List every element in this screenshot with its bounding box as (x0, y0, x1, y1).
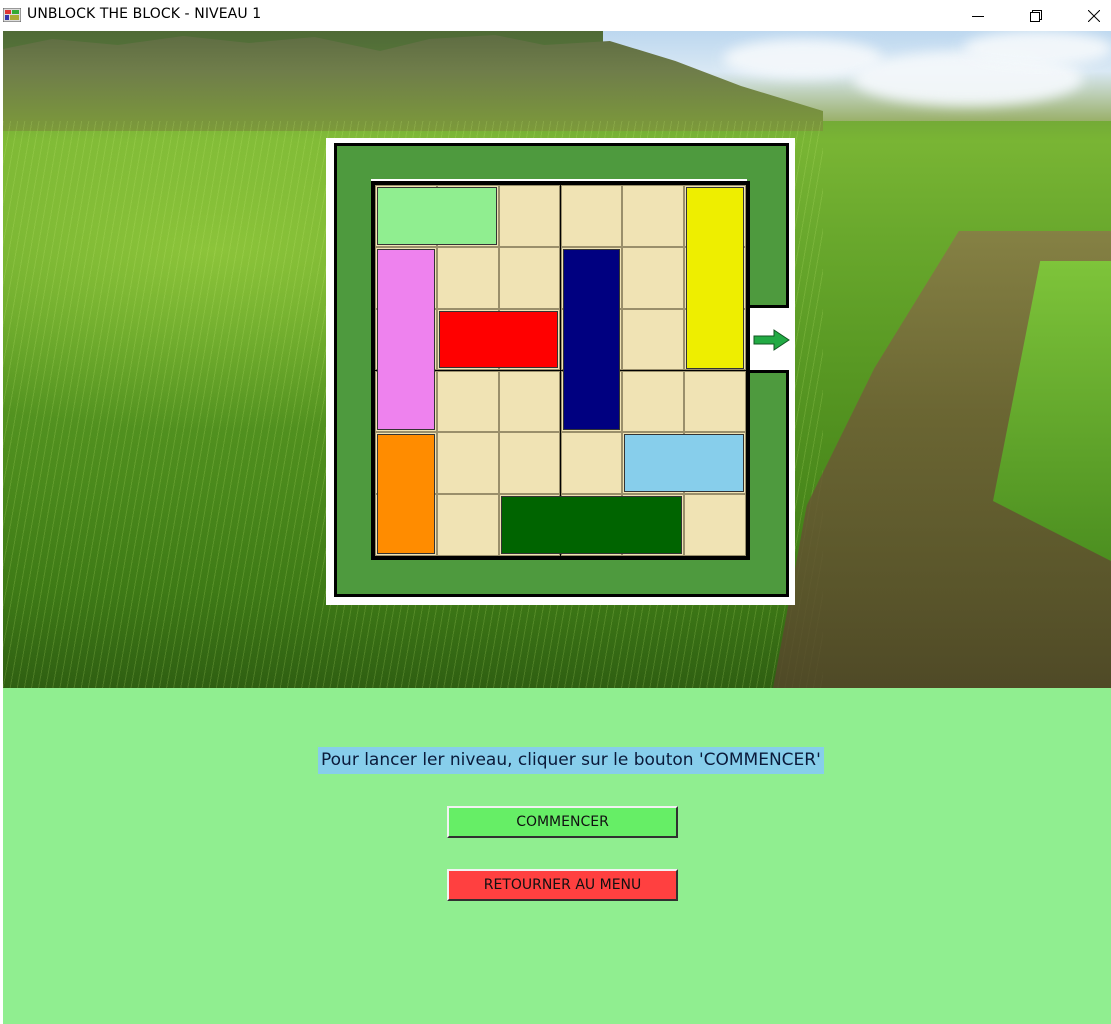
orange-block[interactable] (377, 434, 435, 554)
grid-cell (436, 432, 499, 495)
grid-cell (436, 370, 499, 433)
grid-cell (436, 246, 499, 309)
start-button[interactable]: COMMENCER (447, 806, 678, 838)
cloud (963, 31, 1111, 66)
dark-green-block[interactable] (500, 496, 683, 554)
grid-cell (498, 246, 561, 309)
grid-cell (684, 370, 746, 433)
window-title: UNBLOCK THE BLOCK - NIVEAU 1 (27, 6, 262, 22)
navy-block[interactable] (562, 248, 621, 431)
grid-cell (560, 185, 623, 247)
grid-cell (622, 185, 685, 247)
close-button[interactable] (1071, 0, 1111, 31)
red-target-block[interactable] (438, 310, 559, 369)
grid-cell (498, 432, 561, 495)
sky-blue-block[interactable] (624, 434, 744, 493)
grid-cell (622, 370, 685, 433)
instruction-text: Pour lancer ler niveau, cliquer sur le b… (318, 747, 824, 774)
grid-cell (498, 185, 561, 247)
title-bar: UNBLOCK THE BLOCK - NIVEAU 1 (0, 0, 1111, 31)
control-panel (3, 688, 1111, 1024)
close-icon (1088, 9, 1100, 22)
yellow-block[interactable] (686, 187, 744, 369)
grid-cell (684, 494, 746, 556)
restore-icon (1030, 9, 1042, 22)
minimize-button[interactable] (955, 0, 1001, 31)
grid-cell (498, 370, 561, 433)
minimize-icon (972, 15, 984, 17)
exit-arrow-icon (753, 329, 790, 351)
grid-cell (436, 494, 499, 556)
grid-cell (622, 246, 685, 309)
grid-cell (560, 432, 623, 495)
app-icon (2, 7, 22, 23)
puzzle-grid (371, 181, 750, 560)
light-green-block[interactable] (377, 187, 497, 245)
back-to-menu-button[interactable]: RETOURNER AU MENU (447, 869, 678, 901)
restore-button[interactable] (1013, 0, 1059, 31)
grid-cell (622, 308, 685, 371)
violet-block[interactable] (377, 248, 435, 431)
